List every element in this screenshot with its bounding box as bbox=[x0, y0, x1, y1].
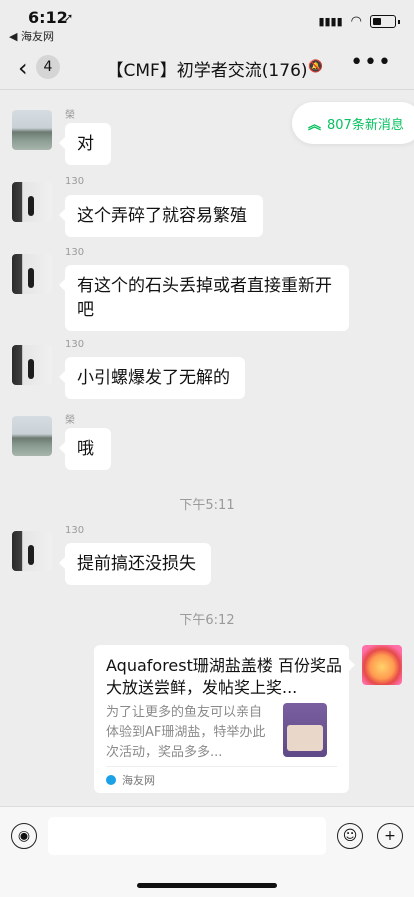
sender-name: 榮 bbox=[65, 110, 75, 121]
more-icon[interactable]: ••• bbox=[350, 50, 392, 75]
message-bubble[interactable]: 哦 bbox=[59, 428, 111, 470]
signal-icon: ▮▮▮▮ bbox=[318, 15, 343, 28]
emoji-icon[interactable]: ☺ bbox=[337, 823, 363, 849]
sender-name: 130 bbox=[65, 176, 85, 187]
avatar[interactable] bbox=[12, 254, 52, 294]
card-thumbnail bbox=[277, 703, 335, 759]
message-bubble[interactable]: 这个弄碎了就容易繁殖 bbox=[59, 195, 263, 237]
wifi-icon: ◠ bbox=[350, 14, 362, 29]
new-messages-label: 807条新消息 bbox=[327, 117, 404, 133]
avatar[interactable] bbox=[12, 345, 52, 385]
time-separator: 下午6:12 bbox=[179, 613, 235, 628]
sender-name: 130 bbox=[65, 339, 85, 350]
location-icon: ➚ bbox=[64, 11, 74, 24]
sender-name: 榮 bbox=[65, 415, 75, 426]
message-bubble[interactable]: 小引螺爆发了无解的 bbox=[59, 357, 245, 399]
battery-cap bbox=[398, 19, 400, 24]
message-bubble[interactable]: 对 bbox=[59, 123, 111, 165]
card-source: 海友网 bbox=[122, 774, 155, 787]
avatar[interactable] bbox=[12, 110, 52, 150]
voice-icon[interactable]: ◉ bbox=[11, 823, 37, 849]
message-bubble[interactable]: 提前搞还没损失 bbox=[59, 543, 211, 585]
back-to-app-link[interactable]: ◀ 海友网 bbox=[9, 28, 54, 44]
message-input[interactable] bbox=[48, 817, 326, 855]
avatar[interactable] bbox=[12, 182, 52, 222]
avatar[interactable] bbox=[12, 416, 52, 456]
status-bar: 6:12 ➚ ◀ 海友网 ▮▮▮▮ ◠ bbox=[0, 0, 414, 44]
home-indicator bbox=[137, 883, 277, 888]
mute-icon: 🔕 bbox=[308, 59, 323, 73]
shared-link-card[interactable]: Aquaforest珊湖盐盖楼 百份奖品大放送尝鲜，发帖奖上奖... 为了让更多… bbox=[94, 645, 355, 793]
my-avatar[interactable] bbox=[362, 645, 402, 685]
battery-icon bbox=[370, 15, 396, 28]
add-icon[interactable]: + bbox=[377, 823, 403, 849]
source-logo-icon bbox=[106, 775, 116, 785]
double-chevron-up-icon: ︽ bbox=[308, 117, 322, 133]
card-footer: 海友网 bbox=[106, 766, 337, 793]
avatar[interactable] bbox=[12, 531, 52, 571]
card-description: 为了让更多的鱼友可以亲自体验到AF珊湖盐，特举办此次活动，奖品多多... bbox=[106, 705, 266, 760]
card-title: Aquaforest珊湖盐盖楼 百份奖品大放送尝鲜，发帖奖上奖... bbox=[106, 656, 342, 697]
time-separator: 下午5:11 bbox=[179, 498, 235, 513]
sender-name: 130 bbox=[65, 247, 85, 258]
sender-name: 130 bbox=[65, 525, 85, 536]
new-messages-button[interactable]: ︽ 807条新消息 bbox=[292, 102, 414, 144]
chat-header: ‹ 4 【CMF】初学者交流(176) 🔕 ••• bbox=[0, 44, 414, 90]
status-time: 6:12 bbox=[28, 8, 68, 27]
status-icons: ▮▮▮▮ ◠ bbox=[318, 14, 400, 29]
message-bubble[interactable]: 有这个的石头丢掉或者直接重新开吧 bbox=[59, 265, 349, 331]
